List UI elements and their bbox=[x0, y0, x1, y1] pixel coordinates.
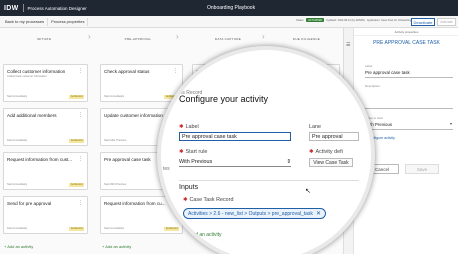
card-start-rule: Start immediately bbox=[7, 95, 28, 98]
required-marker: ✱ bbox=[309, 149, 314, 155]
activity-definition-caption: Activity defi bbox=[315, 149, 343, 155]
save-button[interactable]: Save bbox=[405, 164, 439, 174]
more-options-icon[interactable]: ⋮ bbox=[173, 68, 178, 74]
peek-text: tes bbox=[163, 166, 170, 172]
activity-card[interactable]: Collect customer information Collect bas… bbox=[3, 64, 88, 102]
card-title: Request information from cu... bbox=[104, 201, 166, 206]
more-options-icon[interactable]: ⋮ bbox=[78, 68, 83, 74]
view-case-task-button[interactable]: View Case Task bbox=[309, 158, 353, 167]
start-rule-caption: Start rule bbox=[185, 149, 208, 155]
card-start-rule: Start After Previous bbox=[104, 139, 127, 142]
lane-input[interactable]: Pre approval bbox=[309, 132, 359, 141]
configure-activity-title: Configure your activity bbox=[179, 94, 269, 104]
card-start-rule: Start immediately bbox=[7, 139, 28, 142]
toolbar: Back to my processes Process properties … bbox=[0, 16, 458, 28]
label-field-input[interactable]: Pre approval case task bbox=[365, 70, 410, 75]
card-badge: As Record bbox=[69, 182, 84, 187]
chevron-right-icon: › bbox=[262, 32, 265, 41]
chevron-right-icon: › bbox=[88, 32, 91, 41]
add-activity-button[interactable]: + Add an activity bbox=[102, 244, 131, 249]
properties-icon[interactable]: ☰ bbox=[346, 42, 350, 48]
updated-text: Updated: 2024-08-12 (by ADMIN) bbox=[326, 18, 365, 22]
close-icon[interactable]: ✕ bbox=[316, 210, 321, 217]
card-title: Pre approval case task bbox=[104, 157, 151, 162]
label-input[interactable]: Pre approval case task bbox=[179, 132, 291, 141]
separator bbox=[22, 4, 24, 12]
start-rule-label: ✱ Start rule bbox=[179, 149, 207, 155]
card-title: Collect customer information bbox=[7, 69, 66, 74]
column-header-pre-approval[interactable]: Pre-approval bbox=[94, 32, 182, 46]
activity-card[interactable]: Request information from cust... ⋮ Start… bbox=[3, 152, 88, 190]
required-marker: ✱ bbox=[183, 197, 188, 203]
case-task-record-caption: Case Task Record bbox=[189, 197, 234, 203]
more-options-icon[interactable]: ⋮ bbox=[78, 200, 83, 206]
description-label: Description bbox=[365, 84, 381, 88]
status-badge: ACTIVATED bbox=[306, 18, 325, 22]
app-title: Process Automation Designer bbox=[27, 5, 87, 11]
divider bbox=[365, 77, 453, 78]
panel-title: PRE APPROVAL CASE TASK bbox=[373, 40, 440, 46]
chevron-right-icon: › bbox=[176, 32, 179, 41]
column-header-data-capture[interactable]: Data capture bbox=[188, 32, 268, 46]
card-title: Request information from cust... bbox=[7, 157, 73, 162]
playbook-title: Onboarding Playbook bbox=[207, 5, 256, 11]
card-title: Check approval status bbox=[104, 69, 150, 74]
required-marker: ✱ bbox=[179, 124, 184, 130]
start-rule-value: With Previous bbox=[179, 159, 213, 165]
column-header-initiate[interactable]: Initiate bbox=[0, 32, 88, 46]
add-activity-button[interactable]: + Add an activity bbox=[185, 232, 222, 238]
label-field-label: ✱ Label bbox=[179, 124, 199, 130]
activity-card[interactable]: Add additional members ⋮ Start immediate… bbox=[3, 108, 88, 146]
status-label: Status: bbox=[296, 18, 305, 22]
add-activity-button[interactable]: + Add an activity bbox=[4, 244, 33, 249]
chip-text: Activities > 2.6 - new_list > Outputs > … bbox=[188, 210, 313, 217]
label-field-label: Label bbox=[365, 64, 373, 68]
more-options-icon[interactable]: ⋮ bbox=[78, 156, 83, 162]
process-properties-button[interactable]: Process properties bbox=[48, 17, 89, 26]
column-header-due-diligence[interactable]: Due diligence bbox=[270, 32, 343, 46]
lane-label: Lane bbox=[309, 124, 321, 130]
top-bar: IDW Process Automation Designer Onboardi… bbox=[0, 0, 458, 16]
divider bbox=[365, 129, 453, 130]
description-input[interactable] bbox=[365, 108, 453, 109]
activate-button[interactable]: Activate bbox=[437, 18, 456, 26]
case-task-record-label: ✱ Case Task Record bbox=[183, 197, 233, 203]
back-to-processes-button[interactable]: Back to my processes bbox=[2, 17, 49, 26]
card-description: Collect basic customer information bbox=[7, 75, 47, 78]
start-rule-select[interactable]: With Previous ⇕ bbox=[179, 158, 291, 167]
card-start-rule: Start immediately bbox=[104, 227, 125, 230]
chevron-up-down-icon: ⇕ bbox=[286, 159, 291, 165]
card-start-rule: Start immediately bbox=[7, 183, 28, 186]
card-badge: As Record bbox=[69, 226, 84, 231]
status-area: Status: ACTIVATED Updated: 2024-08-12 (b… bbox=[296, 18, 411, 22]
card-title: Add additional members bbox=[7, 113, 57, 118]
card-title: Update customer information bbox=[104, 113, 163, 118]
inputs-section-title: Inputs bbox=[179, 184, 199, 191]
case-task-record-chip[interactable]: Activities > 2.6 - new_list > Outputs > … bbox=[183, 208, 326, 219]
card-start-rule: Start With Previous bbox=[104, 183, 127, 186]
card-title: Send for pre approval bbox=[7, 201, 52, 206]
magnifier-lens: As Record tes Configure your activity ✱ L… bbox=[157, 46, 375, 254]
activity-card[interactable]: Send for pre approval ⋮ Start immediatel… bbox=[3, 196, 88, 234]
app-logo: IDW bbox=[4, 4, 19, 12]
required-marker: ✱ bbox=[179, 149, 184, 155]
mouse-pointer-icon: ↖ bbox=[305, 188, 311, 195]
card-badge: As Record bbox=[69, 138, 84, 143]
card-start-rule: Start immediately bbox=[104, 95, 125, 98]
application-link[interactable]: Application: Case Flow for Onboarding bbox=[367, 19, 411, 22]
activity-definition-label: ✱ Activity defi bbox=[309, 149, 343, 155]
card-start-rule: Start immediately bbox=[7, 227, 28, 230]
caret-down-icon: ▾ bbox=[450, 121, 453, 126]
card-badge: As Record bbox=[69, 94, 84, 99]
label-field-caption: Label bbox=[185, 124, 199, 130]
more-options-icon[interactable]: ⋮ bbox=[78, 112, 83, 118]
panel-section-label: Activity properties bbox=[354, 28, 458, 36]
deactivate-button[interactable]: Deactivate bbox=[411, 18, 435, 26]
divider bbox=[179, 180, 359, 181]
card-badge: As Record bbox=[164, 226, 179, 231]
activity-card[interactable]: Check approval status ⋮ Start immediatel… bbox=[100, 64, 183, 102]
